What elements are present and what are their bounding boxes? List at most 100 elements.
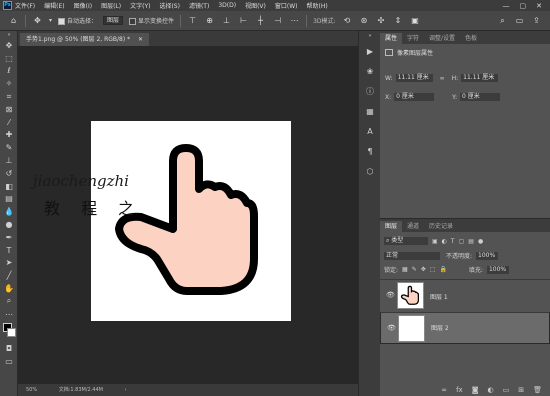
document-tab[interactable]: 手势1.png @ 50% (图层 2, RGB/8) * ✕ xyxy=(20,33,150,46)
menu-3d[interactable]: 3D(D) xyxy=(218,2,236,9)
group-icon[interactable]: ▭ xyxy=(503,386,510,394)
glyphs-icon[interactable]: A xyxy=(359,121,381,141)
fill-field[interactable]: 100% xyxy=(486,265,509,274)
document-canvas[interactable] xyxy=(91,121,291,321)
blur-tool-icon[interactable]: 💧 xyxy=(0,205,18,218)
tab-channels[interactable]: 通道 xyxy=(402,221,424,232)
tab-properties[interactable]: 属性 xyxy=(380,33,403,44)
crop-tool-icon[interactable]: ⌗ xyxy=(0,90,18,103)
opacity-field[interactable]: 100% xyxy=(476,251,499,260)
tab-layers[interactable]: 图层 xyxy=(380,221,403,232)
fx-icon[interactable]: fx xyxy=(456,386,463,394)
menu-layer[interactable]: 图层(L) xyxy=(101,1,121,10)
close-tab-icon[interactable]: ✕ xyxy=(138,36,143,43)
menu-file[interactable]: 文件(F) xyxy=(15,1,35,10)
maximize-button[interactable]: ▢ xyxy=(520,2,527,10)
layer-row[interactable]: 👁 图层 2 xyxy=(380,312,550,344)
tab-adjustments[interactable]: 调整/设置 xyxy=(424,33,460,44)
healing-brush-icon[interactable]: ✚ xyxy=(0,129,18,142)
move-tool-icon[interactable]: ✥ xyxy=(0,39,18,52)
background-color[interactable] xyxy=(7,327,16,337)
align-right-icon[interactable]: ⊣ xyxy=(272,15,283,26)
screen-mode-icon[interactable]: ▭ xyxy=(0,355,18,368)
layer-thumbnail[interactable] xyxy=(398,315,425,342)
new-layer-icon[interactable]: ⊞ xyxy=(518,386,524,394)
workspace-icon[interactable]: ▭ xyxy=(514,15,525,26)
menu-view[interactable]: 视图(V) xyxy=(245,1,266,10)
show-transform-checkbox[interactable]: 显示变换控件 xyxy=(129,16,174,25)
path-select-icon[interactable]: ➤ xyxy=(0,257,18,270)
add-mask-icon[interactable]: ◙ xyxy=(472,386,479,394)
status-arrow-icon[interactable]: › xyxy=(125,387,127,393)
blend-mode-dropdown[interactable]: 正常 xyxy=(384,251,440,260)
eye-icon[interactable]: 👁 xyxy=(386,291,395,299)
layer-thumbnail[interactable] xyxy=(397,282,424,309)
dodge-tool-icon[interactable]: ● xyxy=(0,218,18,231)
quick-mask-icon[interactable]: ◘ xyxy=(0,343,18,356)
hand-tool-icon[interactable]: ✋ xyxy=(0,282,18,295)
color-swatches[interactable] xyxy=(0,321,18,343)
trash-icon[interactable]: 🗑 xyxy=(533,386,542,394)
menu-image[interactable]: 图像(I) xyxy=(74,1,92,10)
3d-roll-icon[interactable]: ⊛ xyxy=(359,15,370,26)
align-top-icon[interactable]: ⊤ xyxy=(187,15,198,26)
3d-drag-icon[interactable]: ✣ xyxy=(376,15,387,26)
eye-icon[interactable]: 👁 xyxy=(387,324,396,332)
line-tool-icon[interactable]: ╱ xyxy=(0,269,18,282)
clone-source-icon[interactable]: ▦ xyxy=(359,101,381,121)
height-field[interactable]: 11.11 厘米 xyxy=(461,74,499,82)
collapse-panels-icon[interactable]: « xyxy=(359,31,381,41)
menu-filter[interactable]: 滤镜(T) xyxy=(189,1,209,10)
filter-toggle-icon[interactable]: ● xyxy=(478,238,483,245)
3d-scale-icon[interactable]: ▣ xyxy=(410,15,421,26)
eyedropper-icon[interactable]: ⁄ xyxy=(0,116,18,129)
menu-help[interactable]: 帮助(H) xyxy=(307,1,328,10)
tab-swatches[interactable]: 色板 xyxy=(460,33,482,44)
align-left-icon[interactable]: ⊢ xyxy=(238,15,249,26)
brush-settings-icon[interactable]: ❀ xyxy=(359,61,381,81)
magic-wand-icon[interactable]: ✧ xyxy=(0,77,18,90)
menu-edit[interactable]: 编辑(E) xyxy=(44,1,64,10)
search-icon[interactable]: ⌕ xyxy=(497,15,508,26)
frame-tool-icon[interactable]: ⊠ xyxy=(0,103,18,116)
more-options-icon[interactable]: ⋯ xyxy=(289,15,300,26)
share-icon[interactable]: ⇪ xyxy=(531,15,542,26)
auto-select-checkbox[interactable]: 自动选择： xyxy=(58,16,97,25)
layer-filter-dropdown[interactable]: ⌕ 类型 xyxy=(384,237,428,245)
zoom-tool-icon[interactable]: ⌕ xyxy=(0,295,18,308)
marquee-tool-icon[interactable]: ⬚ xyxy=(0,52,18,65)
move-tool-icon[interactable]: ✥ xyxy=(32,15,43,26)
layer-name[interactable]: 图层 1 xyxy=(430,292,448,301)
lock-artboard-icon[interactable]: ⬚ xyxy=(430,266,436,273)
gradient-tool-icon[interactable]: ▤ xyxy=(0,193,18,206)
menu-window[interactable]: 窗口(W) xyxy=(275,1,298,10)
filter-smart-icon[interactable]: ▤ xyxy=(468,238,474,245)
lock-all-icon[interactable]: 🔒 xyxy=(439,266,446,273)
layer-row[interactable]: 👁 图层 1 xyxy=(380,279,550,311)
link-layers-icon[interactable]: ∞ xyxy=(441,386,447,394)
collapse-icon[interactable]: » xyxy=(0,31,18,39)
lock-paint-icon[interactable]: ✎ xyxy=(412,266,417,273)
info-icon[interactable]: ⓘ xyxy=(359,81,381,101)
more-tools-icon[interactable]: ⋯ xyxy=(0,308,18,321)
document-info[interactable]: 文档:1.83M/2.44M xyxy=(59,387,103,393)
filter-pixel-icon[interactable]: ▣ xyxy=(432,238,438,245)
history-brush-icon[interactable]: ↺ xyxy=(0,167,18,180)
x-field[interactable]: 0 厘米 xyxy=(394,93,435,101)
width-field[interactable]: 11.11 厘米 xyxy=(395,74,433,82)
lock-pixels-icon[interactable]: ▦ xyxy=(402,266,408,273)
filter-adjust-icon[interactable]: ◐ xyxy=(442,238,447,245)
lock-position-icon[interactable]: ✥ xyxy=(421,266,426,273)
align-center-icon[interactable]: ┼ xyxy=(255,15,266,26)
menu-type[interactable]: 文字(Y) xyxy=(130,1,150,10)
eraser-icon[interactable]: ◧ xyxy=(0,180,18,193)
link-icon[interactable]: ∞ xyxy=(440,75,445,82)
layer-name[interactable]: 图层 2 xyxy=(431,325,449,333)
align-bottom-icon[interactable]: ⊥ xyxy=(221,15,232,26)
lasso-tool-icon[interactable]: ℓ xyxy=(0,65,18,78)
auto-select-dropdown[interactable]: 图层 xyxy=(103,16,124,25)
3d-rotate-icon[interactable]: ⟲ xyxy=(342,15,353,26)
align-middle-icon[interactable]: ⊕ xyxy=(204,15,215,26)
type-tool-icon[interactable]: T xyxy=(0,244,18,257)
pen-tool-icon[interactable]: ✒ xyxy=(0,231,18,244)
